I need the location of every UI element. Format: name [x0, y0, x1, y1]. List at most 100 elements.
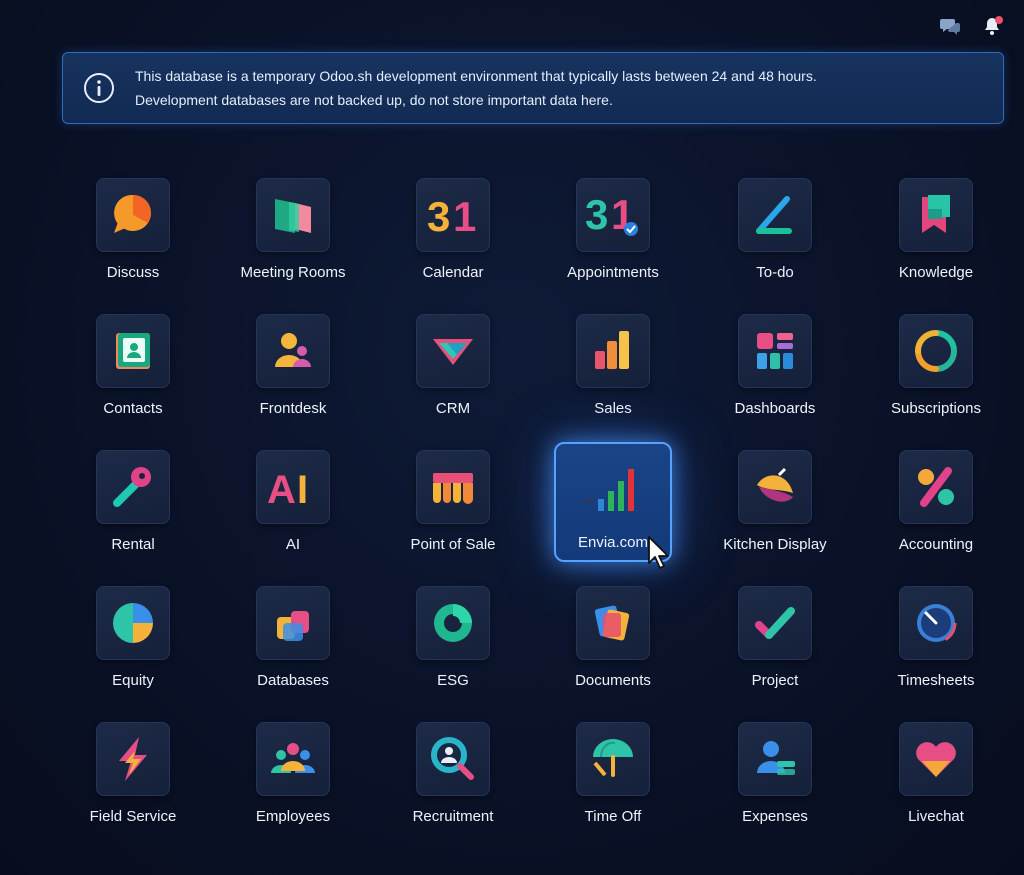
- app-label: Dashboards: [734, 400, 816, 417]
- equity-pie-icon: [96, 586, 170, 660]
- app-label: Expenses: [742, 808, 808, 825]
- knowledge-icon: [899, 178, 973, 252]
- frontdesk-icon: [256, 314, 330, 388]
- app-label: Appointments: [567, 264, 659, 281]
- app-label: Frontdesk: [259, 400, 327, 417]
- app-tile-timesheets[interactable]: Timesheets: [861, 586, 1011, 698]
- app-tile-rental[interactable]: Rental: [58, 450, 208, 562]
- livechat-heart-icon: [899, 722, 973, 796]
- app-tile-documents[interactable]: Documents: [538, 586, 688, 698]
- recruitment-icon: [416, 722, 490, 796]
- app-tile-time-off[interactable]: Time Off: [538, 722, 688, 834]
- dev-environment-banner: This database is a temporary Odoo.sh dev…: [62, 52, 1004, 124]
- app-label: Discuss: [106, 264, 160, 281]
- app-label: Documents: [575, 672, 651, 689]
- crm-icon: [416, 314, 490, 388]
- app-label: Recruitment: [412, 808, 494, 825]
- app-tile-expenses[interactable]: Expenses: [700, 722, 850, 834]
- contacts-icon: [96, 314, 170, 388]
- app-label: Subscriptions: [890, 400, 982, 417]
- envia-bars-icon: [576, 454, 650, 528]
- app-tile-meeting-rooms[interactable]: Meeting Rooms: [218, 178, 368, 290]
- app-label: Rental: [111, 536, 155, 553]
- app-tile-kitchen-display[interactable]: Kitchen Display: [700, 450, 850, 562]
- timesheets-icon: [899, 586, 973, 660]
- ai-icon: AI: [256, 450, 330, 524]
- app-tile-databases[interactable]: Databases: [218, 586, 368, 698]
- svg-text:A: A: [267, 468, 296, 509]
- app-label: Sales: [594, 400, 632, 417]
- accounting-icon: [899, 450, 973, 524]
- app-tile-livechat[interactable]: Livechat: [861, 722, 1011, 834]
- app-tile-appointments[interactable]: 3 1 Appointments: [538, 178, 688, 290]
- app-tile-employees[interactable]: Employees: [218, 722, 368, 834]
- employees-icon: [256, 722, 330, 796]
- databases-icon: [256, 586, 330, 660]
- app-label: Point of Sale: [410, 536, 496, 553]
- app-tile-point-of-sale[interactable]: Point of Sale: [378, 450, 528, 562]
- discuss-icon: [96, 178, 170, 252]
- app-label: Kitchen Display: [723, 536, 827, 553]
- point-of-sale-icon: [416, 450, 490, 524]
- app-label: Knowledge: [898, 264, 974, 281]
- app-label: Timesheets: [897, 672, 975, 689]
- app-label: AI: [285, 536, 301, 553]
- app-tile-knowledge[interactable]: Knowledge: [861, 178, 1011, 290]
- time-off-umbrella-icon: [576, 722, 650, 796]
- app-label: Time Off: [584, 808, 642, 825]
- app-tile-sales[interactable]: Sales: [538, 314, 688, 426]
- sales-icon: [576, 314, 650, 388]
- top-bar: [936, 12, 1006, 40]
- app-tile-recruitment[interactable]: Recruitment: [378, 722, 528, 834]
- documents-icon: [576, 586, 650, 660]
- banner-line-1: This database is a temporary Odoo.sh dev…: [135, 68, 817, 84]
- app-label: Databases: [257, 672, 329, 689]
- rental-key-icon: [96, 450, 170, 524]
- app-label: Project: [751, 672, 799, 689]
- svg-text:3: 3: [585, 191, 608, 238]
- field-service-icon: [96, 722, 170, 796]
- app-label: Field Service: [89, 808, 177, 825]
- app-tile-ai[interactable]: A I AI: [218, 450, 368, 562]
- project-check-icon: [738, 586, 812, 660]
- app-tile-dashboards[interactable]: Dashboards: [700, 314, 850, 426]
- info-icon: [63, 71, 135, 105]
- bell-icon[interactable]: [978, 12, 1006, 40]
- app-tile-calendar[interactable]: 3 1 Calendar: [378, 178, 528, 290]
- app-tile-equity[interactable]: Equity: [58, 586, 208, 698]
- banner-line-2: Development databases are not backed up,…: [135, 92, 613, 108]
- app-tile-subscriptions[interactable]: Subscriptions: [861, 314, 1011, 426]
- banner-text: This database is a temporary Odoo.sh dev…: [135, 64, 817, 112]
- dashboards-icon: [738, 314, 812, 388]
- svg-text:I: I: [297, 468, 308, 509]
- notification-badge: [995, 16, 1003, 24]
- app-tile-contacts[interactable]: Contacts: [58, 314, 208, 426]
- svg-text:1: 1: [453, 193, 476, 237]
- meeting-rooms-icon: [256, 178, 330, 252]
- app-label: Employees: [255, 808, 331, 825]
- app-label: Envia.com: [577, 534, 649, 551]
- todo-icon: [738, 178, 812, 252]
- app-tile-esg[interactable]: ESG: [378, 586, 528, 698]
- app-tile-field-service[interactable]: Field Service: [58, 722, 208, 834]
- kitchen-display-icon: [738, 450, 812, 524]
- app-label: Accounting: [898, 536, 974, 553]
- app-tile-project[interactable]: Project: [700, 586, 850, 698]
- app-label: Calendar: [422, 264, 484, 281]
- app-label: Contacts: [103, 400, 163, 417]
- expenses-icon: [738, 722, 812, 796]
- app-tile-crm[interactable]: CRM: [378, 314, 528, 426]
- app-tile-to-do[interactable]: To-do: [700, 178, 850, 290]
- app-label: Livechat: [908, 808, 964, 825]
- app-tile-frontdesk[interactable]: Frontdesk: [218, 314, 368, 426]
- chat-bubbles-icon[interactable]: [936, 12, 964, 40]
- svg-text:3: 3: [427, 193, 450, 237]
- app-label: Meeting Rooms: [240, 264, 346, 281]
- app-label: ESG: [437, 672, 469, 689]
- app-tile-accounting[interactable]: Accounting: [861, 450, 1011, 562]
- app-label: To-do: [756, 264, 794, 281]
- app-tile-discuss[interactable]: Discuss: [58, 178, 208, 290]
- app-label: CRM: [435, 400, 471, 417]
- esg-icon: [416, 586, 490, 660]
- appointments-icon: 31: [576, 178, 650, 252]
